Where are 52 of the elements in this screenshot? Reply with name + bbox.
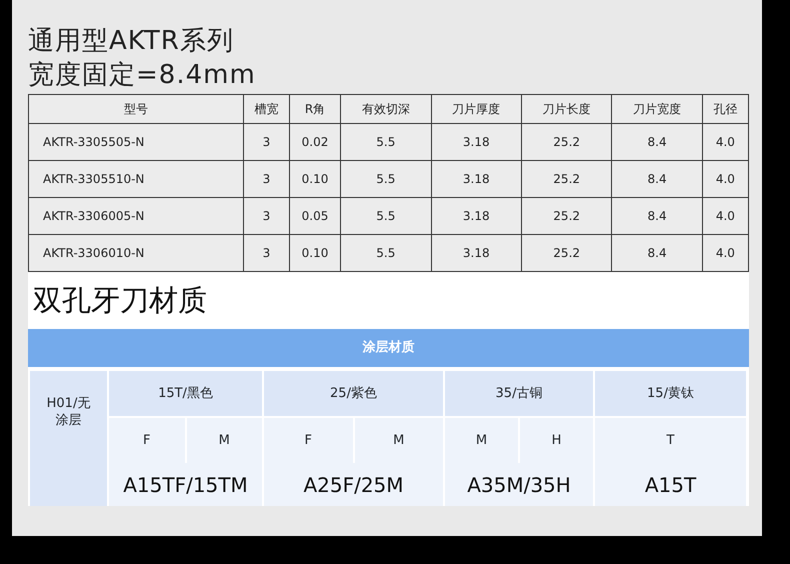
- grade-label: M: [184, 418, 262, 463]
- table-cell: 0.02: [289, 124, 341, 160]
- table-cell: AKTR-3305505-N: [28, 124, 244, 160]
- column-header: 刀片长度: [521, 94, 612, 124]
- table-cell: 25.2: [521, 198, 612, 234]
- column-header: 有效切深: [340, 94, 432, 124]
- table-cell: 5.5: [340, 124, 432, 160]
- table-cell: 3.18: [431, 124, 522, 160]
- table-cell: 3: [243, 124, 290, 160]
- table-cell: 25.2: [521, 124, 612, 160]
- product-code: A25F/25M: [302, 472, 405, 498]
- table-cell: 0.05: [289, 198, 341, 234]
- column-header: R角: [289, 94, 341, 124]
- table-cell: 3.18: [431, 160, 522, 198]
- product-code: A15TF/15TM: [122, 472, 249, 498]
- heading-line: 通用型AKTR系列: [28, 25, 235, 58]
- table-cell: 8.4: [612, 160, 702, 198]
- group-header: 25/紫色: [264, 371, 443, 416]
- section-title: 双孔牙刀材质: [32, 282, 208, 315]
- table-cell: 25.2: [521, 160, 612, 198]
- table-cell: 3.18: [431, 198, 522, 234]
- heading-line: 宽度固定=8.4mm: [28, 59, 257, 92]
- table-cell: 8.4: [612, 124, 702, 160]
- banner-header: 涂层材质: [28, 329, 749, 367]
- grade-label: M: [352, 418, 443, 463]
- table-cell: 4.0: [702, 198, 748, 234]
- table-cell: AKTR-3305510-N: [28, 160, 244, 198]
- column-header: 刀片宽度: [612, 94, 702, 124]
- column-header: 槽宽: [243, 94, 290, 124]
- table-cell: 0.10: [289, 160, 341, 198]
- grade-label: T: [666, 432, 676, 450]
- row-header: H01/无涂层: [30, 371, 107, 506]
- product-code: A35M/35H: [466, 472, 572, 498]
- table-cell: 4.0: [702, 160, 748, 198]
- column-header: 型号: [28, 94, 244, 124]
- group-header: 15T/黑色: [109, 371, 262, 416]
- table-cell: 3: [243, 198, 290, 234]
- group-header: 15/黄钛: [595, 371, 746, 416]
- table-cell: 5.5: [340, 160, 432, 198]
- table-cell: 3: [243, 160, 290, 198]
- table-cell: AKTR-3306005-N: [28, 198, 244, 234]
- table-cell: 8.4: [612, 198, 702, 234]
- group-header: 35/古铜: [445, 371, 593, 416]
- table-cell: 5.5: [340, 198, 432, 234]
- column-header: 孔径: [702, 94, 748, 124]
- grade-label: M: [474, 432, 488, 450]
- table-cell: 4.0: [702, 124, 748, 160]
- column-header: 刀片厚度: [431, 94, 522, 124]
- product-code: A15T: [644, 472, 698, 498]
- grade-label: H: [518, 418, 593, 463]
- grade-label: F: [304, 432, 313, 450]
- grade-label: F: [142, 432, 152, 450]
